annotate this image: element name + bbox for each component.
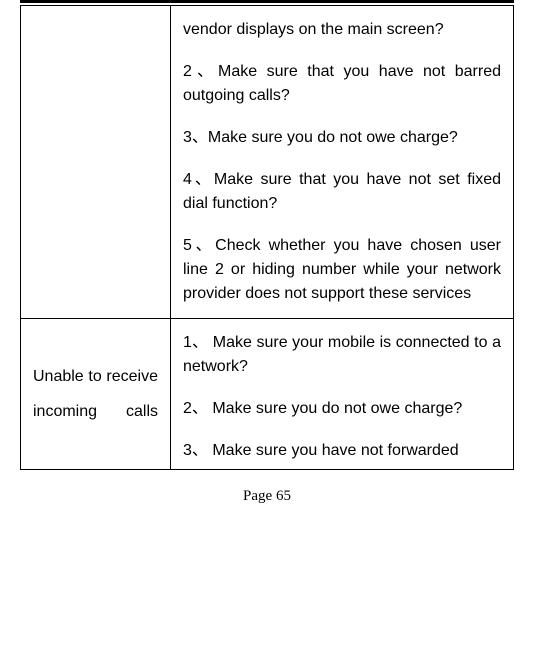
row2-left-text: Unable to receive incoming calls — [33, 368, 158, 420]
page-number: Page 65 — [20, 488, 514, 505]
row2-p1: 1、 Make sure your mobile is connected to… — [183, 331, 501, 379]
table-row: vendor displays on the main screen? 2、Ma… — [21, 6, 514, 319]
row2-left-cell: Unable to receive incoming calls — [21, 319, 171, 470]
row1-right-cell: vendor displays on the main screen? 2、Ma… — [171, 6, 514, 319]
row1-p5: 5、Check whether you have chosen user lin… — [183, 234, 501, 306]
row1-p1: vendor displays on the main screen? — [183, 18, 501, 42]
row1-p3: 3、Make sure you do not owe charge? — [183, 126, 501, 150]
row2-p2: 2、 Make sure you do not owe charge? — [183, 397, 501, 421]
row2-right-cell: 1、 Make sure your mobile is connected to… — [171, 319, 514, 470]
row1-left-cell — [21, 6, 171, 319]
top-rule — [20, 0, 514, 3]
row1-p4: 4、Make sure that you have not set fixed … — [183, 168, 501, 216]
table-row: Unable to receive incoming calls 1、 Make… — [21, 319, 514, 470]
row2-p3: 3、 Make sure you have not forwarded — [183, 439, 501, 463]
troubleshoot-table: vendor displays on the main screen? 2、Ma… — [20, 5, 514, 470]
row1-p2: 2、Make sure that you have not barred out… — [183, 60, 501, 108]
document-page: vendor displays on the main screen? 2、Ma… — [0, 0, 534, 505]
